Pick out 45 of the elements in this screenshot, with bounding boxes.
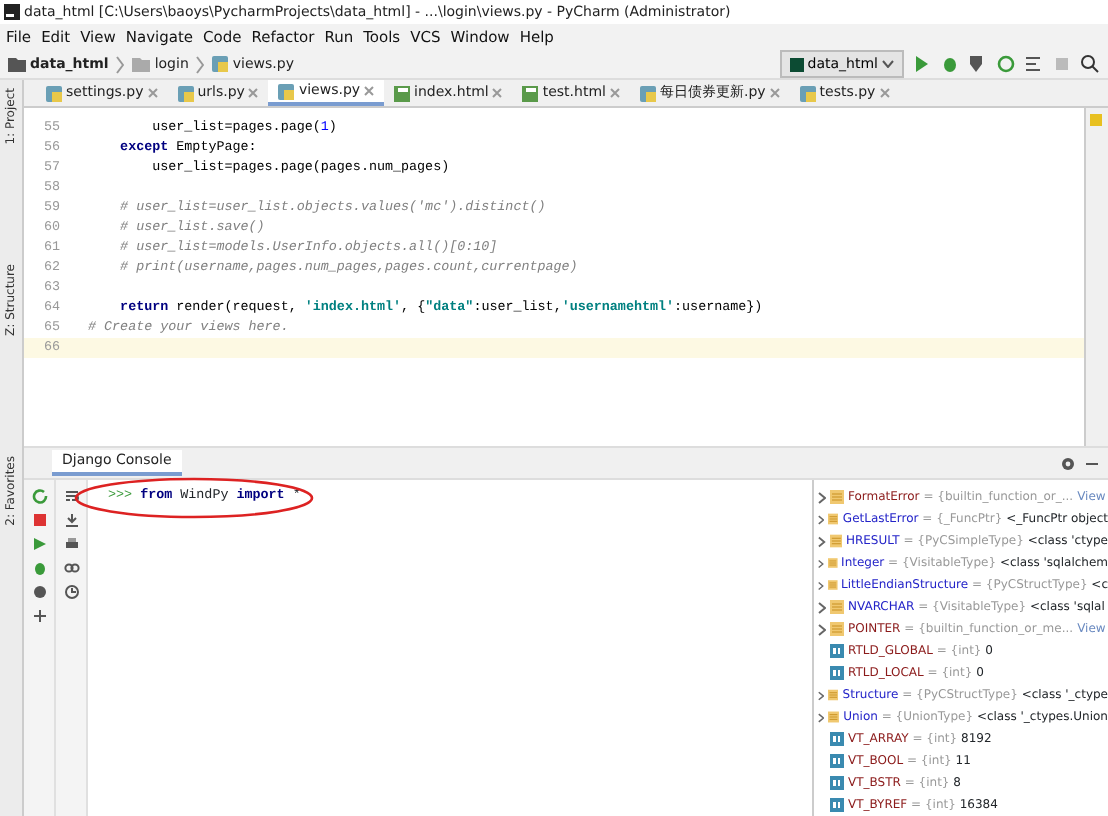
list-icon xyxy=(827,556,838,570)
html-file-icon xyxy=(394,85,411,101)
list-icon xyxy=(830,622,844,636)
chevron-icon xyxy=(196,55,205,73)
variables-icon[interactable] xyxy=(63,560,79,576)
history-icon[interactable] xyxy=(63,584,79,600)
profile-icon[interactable] xyxy=(996,54,1016,74)
warning-marker-icon xyxy=(1090,113,1102,126)
number-icon xyxy=(830,798,844,812)
list-icon xyxy=(827,578,838,592)
list-icon xyxy=(828,688,839,702)
number-icon xyxy=(830,732,844,746)
debug-icon[interactable] xyxy=(31,560,47,576)
caret-icon xyxy=(882,60,894,68)
python-file-icon xyxy=(278,83,295,99)
python-file-icon xyxy=(177,85,194,101)
scroll-to-end-icon[interactable] xyxy=(63,512,79,528)
folder-icon xyxy=(132,57,151,71)
number-icon xyxy=(830,666,844,680)
python-file-icon xyxy=(46,85,62,101)
print-icon[interactable] xyxy=(63,536,79,552)
list-icon xyxy=(829,534,842,548)
python-file-icon xyxy=(799,85,816,101)
run-icon[interactable] xyxy=(912,54,932,74)
python-file-icon xyxy=(212,56,229,72)
close-icon[interactable] xyxy=(364,86,375,96)
run-icon[interactable] xyxy=(31,536,47,552)
html-file-icon xyxy=(522,85,539,101)
soft-wrap-icon[interactable] xyxy=(63,488,79,504)
list-icon xyxy=(830,600,844,614)
python-file-icon xyxy=(639,85,656,101)
django-icon xyxy=(789,57,804,71)
number-icon xyxy=(830,776,844,790)
add-icon[interactable] xyxy=(31,608,47,624)
list-icon xyxy=(828,710,840,724)
chevron-icon xyxy=(116,55,125,73)
rerun-icon[interactable] xyxy=(31,488,47,504)
list-icon xyxy=(828,512,839,526)
stop-icon[interactable] xyxy=(31,512,47,528)
debug-icon[interactable] xyxy=(940,54,960,74)
search-icon[interactable] xyxy=(1080,54,1100,74)
list-icon xyxy=(830,490,844,504)
number-icon xyxy=(830,644,844,658)
number-icon xyxy=(830,754,844,768)
folder-icon xyxy=(8,57,26,71)
